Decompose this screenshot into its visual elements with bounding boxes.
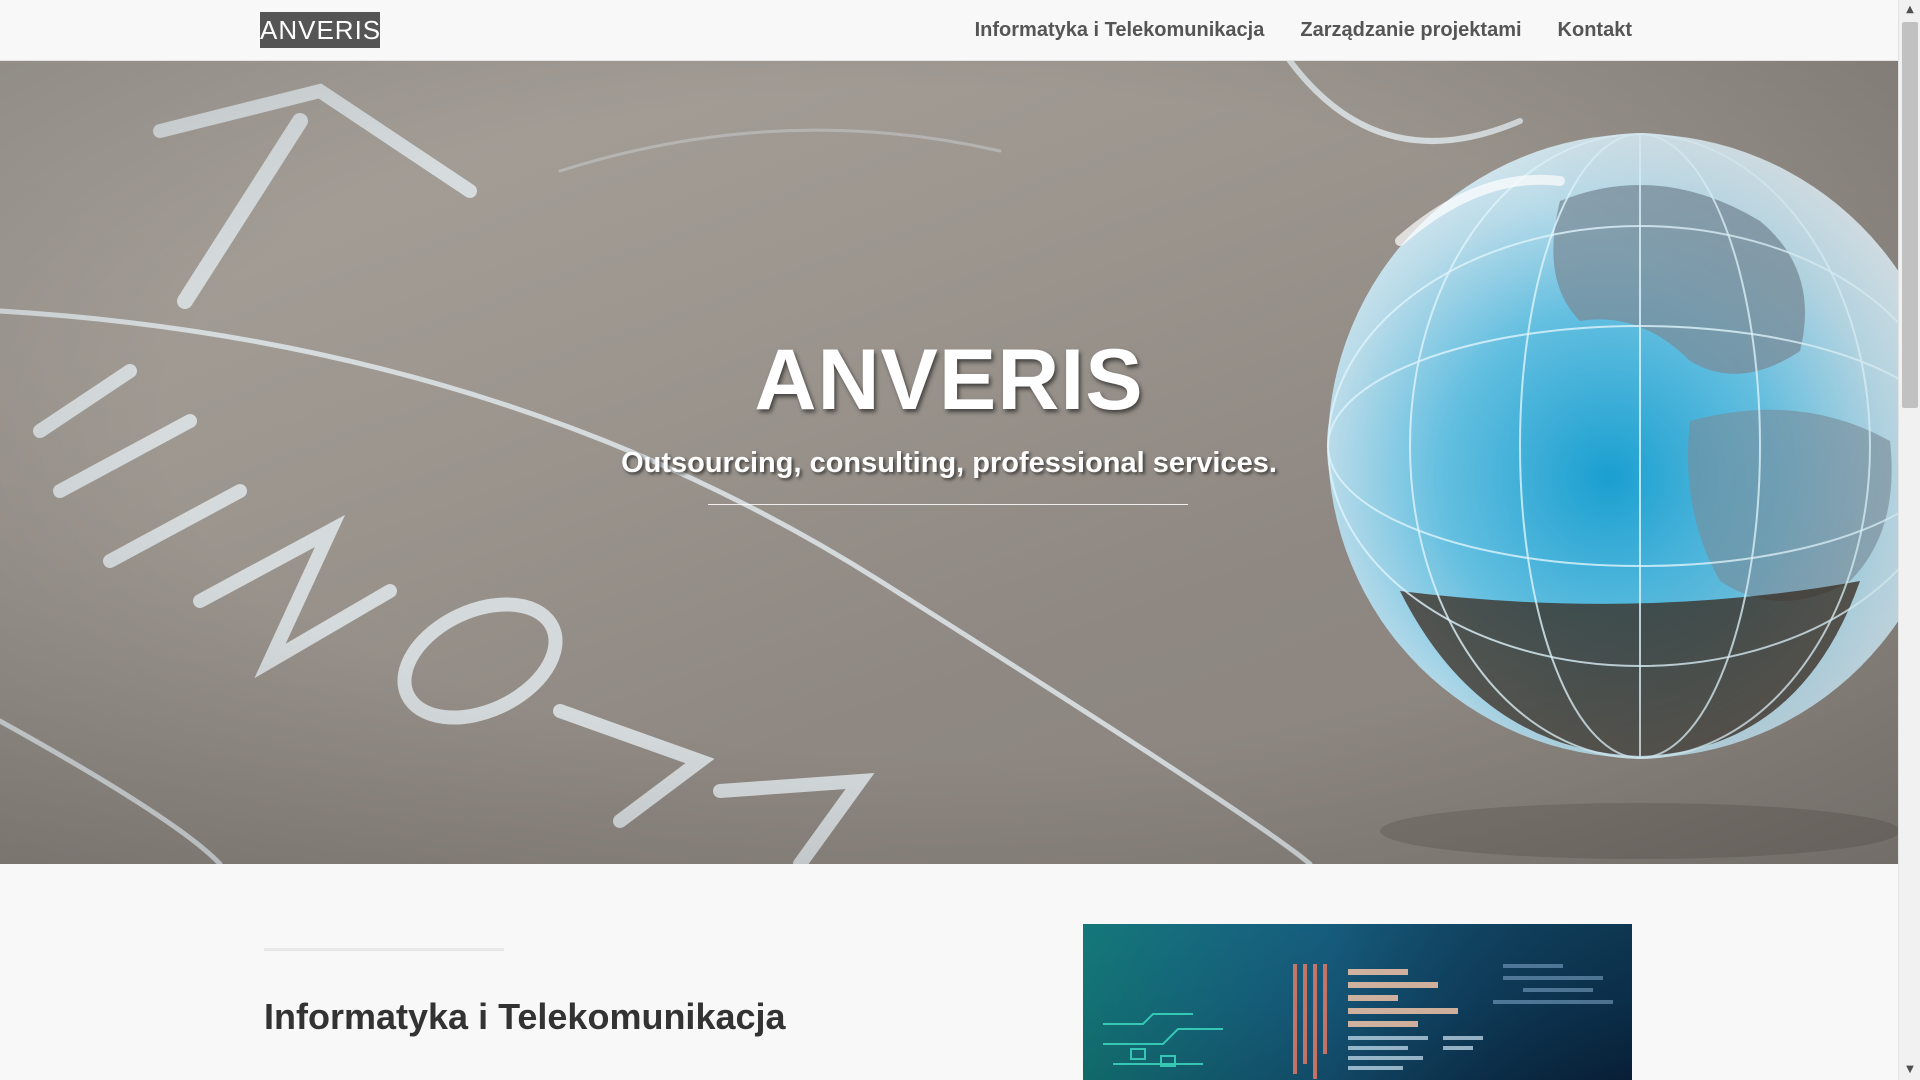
hero-subtitle: Outsourcing, consulting, professional se… <box>621 447 1277 479</box>
scroll-up-arrow-icon[interactable]: ▲ <box>1899 0 1920 20</box>
nav-link-kontakt[interactable]: Kontakt <box>1558 19 1632 42</box>
circuit-code-image <box>1083 924 1632 1080</box>
hero-content: ANVERIS Outsourcing, consulting, profess… <box>0 61 1898 864</box>
hero-divider <box>708 504 1188 505</box>
section-divider <box>264 948 504 951</box>
nav-links: Informatyka i Telekomunikacja Zarządzani… <box>975 0 1632 61</box>
nav-link-informatyka[interactable]: Informatyka i Telekomunikacja <box>975 19 1265 42</box>
brand-logo[interactable]: ANVERIS <box>260 12 380 48</box>
hero-title: ANVERIS <box>754 332 1144 428</box>
page-scrollbar[interactable]: ▲ ▼ <box>1898 0 1920 1080</box>
content-section: Informatyka i Telekomunikacja <box>0 864 1898 1080</box>
scroll-thumb[interactable] <box>1902 22 1918 408</box>
hero-banner: ANVERIS Outsourcing, consulting, profess… <box>0 61 1898 864</box>
nav-link-zarzadzanie[interactable]: Zarządzanie projektami <box>1300 19 1521 42</box>
section-heading: Informatyka i Telekomunikacja <box>264 996 786 1037</box>
top-navbar: ANVERIS Informatyka i Telekomunikacja Za… <box>0 0 1898 61</box>
scroll-down-arrow-icon[interactable]: ▼ <box>1899 1060 1920 1080</box>
circuit-code-icon <box>1083 924 1632 1080</box>
